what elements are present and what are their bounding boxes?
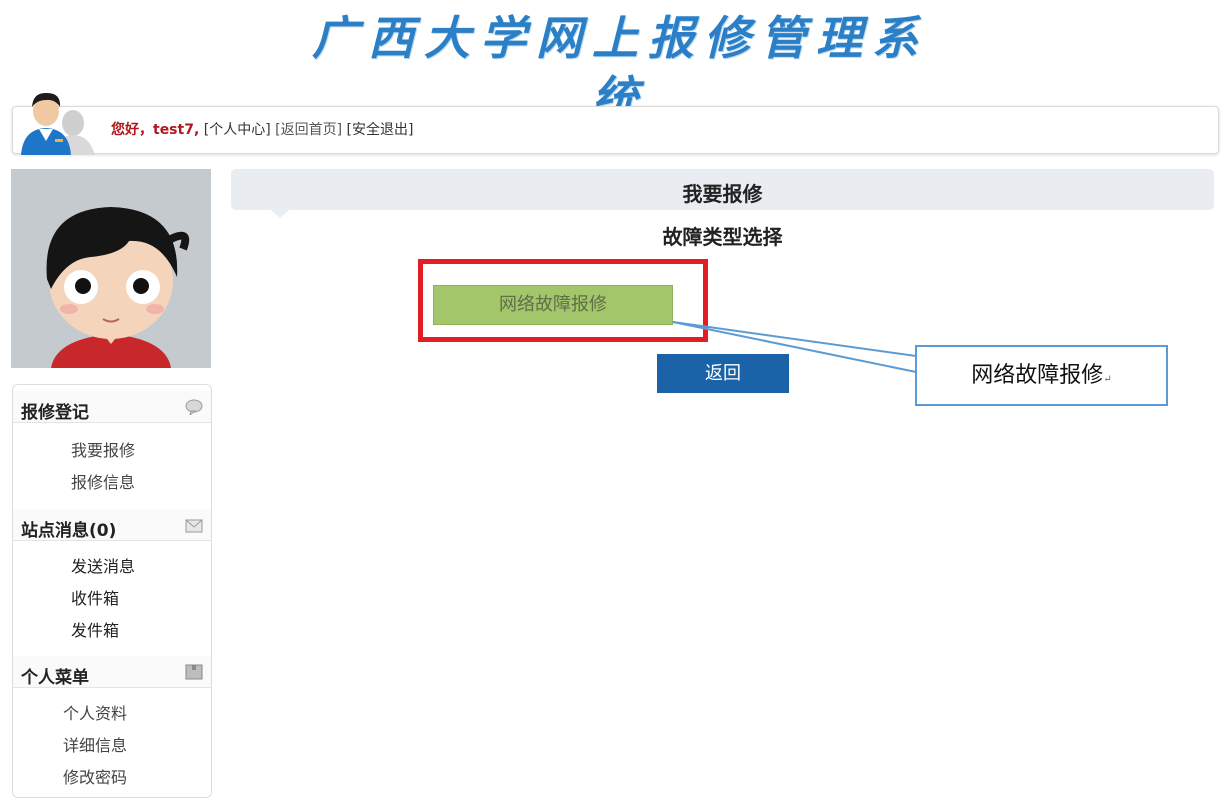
speech-bubble-icon <box>185 399 203 415</box>
users-avatar-icon <box>21 92 95 155</box>
sidebar-item-profile[interactable]: 个人资料 <box>63 700 127 724</box>
callout-label: 网络故障报修↵ <box>915 345 1168 406</box>
box-icon <box>185 664 203 680</box>
sidebar-item-outbox[interactable]: 发件箱 <box>71 617 119 641</box>
sidebar-item-send-message[interactable]: 发送消息 <box>71 553 135 577</box>
return-mark-icon: ↵ <box>1103 374 1112 385</box>
greeting-text: 您好，test7, <box>111 122 200 138</box>
section-title: 个人菜单 <box>21 668 89 688</box>
personal-center-link[interactable]: [个人中心] <box>204 122 271 138</box>
section-subtitle: 故障类型选择 <box>662 225 783 249</box>
section-title: 站点消息(0) <box>21 521 117 541</box>
return-home-link[interactable]: [返回首页] <box>275 122 342 138</box>
sidebar-item-report-repair[interactable]: 我要报修 <box>71 437 135 461</box>
section-header-personal-menu: 个人菜单 <box>13 656 211 688</box>
sidebar-item-change-password[interactable]: 修改密码 <box>63 764 127 788</box>
envelope-icon <box>185 519 203 533</box>
section-header-site-messages: 站点消息(0) <box>13 509 211 541</box>
sidebar-item-inbox[interactable]: 收件箱 <box>71 585 119 609</box>
back-button[interactable]: 返回 <box>657 354 789 393</box>
page-title: 我要报修 <box>682 182 763 206</box>
section-title: 报修登记 <box>21 403 89 423</box>
site-title: 广西大学网上报修管理系统 <box>312 11 928 125</box>
cartoon-avatar-image <box>11 169 211 368</box>
section-header-repair-register: 报修登记 <box>13 391 211 423</box>
network-fault-repair-button[interactable]: 网络故障报修 <box>433 285 673 325</box>
callout-text: 网络故障报修 <box>971 363 1104 388</box>
greeting-line: 您好，test7, [个人中心] [返回首页] [安全退出] <box>111 121 413 139</box>
profile-photo <box>11 169 211 368</box>
sidebar-menu: 报修登记 我要报修 报修信息 站点消息(0) 发送消息 收件箱 发件箱 个人菜单… <box>12 384 212 798</box>
header-notch <box>271 210 289 218</box>
logout-link[interactable]: [安全退出] <box>347 122 414 138</box>
sidebar-item-details[interactable]: 详细信息 <box>63 732 127 756</box>
sidebar-item-repair-info[interactable]: 报修信息 <box>71 469 135 493</box>
content-header: 我要报修 <box>231 169 1214 218</box>
user-bar: 您好，test7, [个人中心] [返回首页] [安全退出] <box>12 92 1219 155</box>
